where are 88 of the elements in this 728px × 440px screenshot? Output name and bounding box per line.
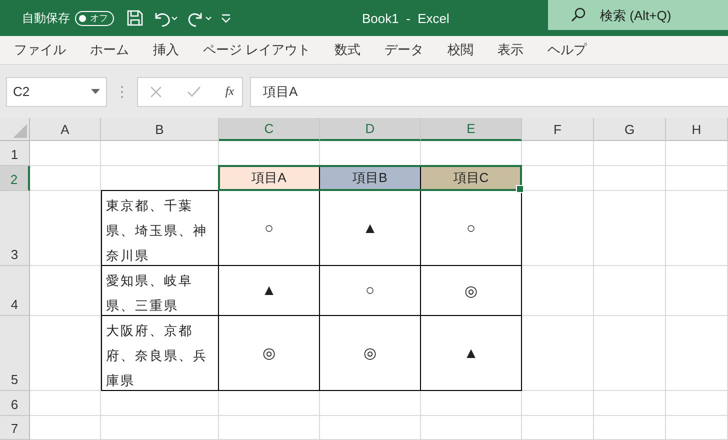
region-cell: 大阪府、京都府、奈良県、兵庫県 <box>101 316 219 391</box>
menu-tab[interactable]: ファイル <box>14 41 66 59</box>
grid-cell[interactable] <box>101 416 219 440</box>
grid-cell[interactable] <box>666 191 728 266</box>
menu-tab[interactable]: ホーム <box>90 41 129 59</box>
column-header[interactable]: F <box>522 118 594 141</box>
grid-cell[interactable] <box>219 391 320 416</box>
grid-cell[interactable] <box>219 416 320 440</box>
autosave-label: 自動保存 <box>22 10 70 26</box>
menu-tab[interactable]: データ <box>384 41 424 59</box>
rating-cell: ▲ <box>320 191 421 266</box>
grip-icon[interactable] <box>120 84 124 98</box>
region-cell: 愛知県、岐阜県、三重県 <box>101 266 219 316</box>
row-header[interactable]: 7 <box>0 416 30 440</box>
grid-cell[interactable] <box>30 141 101 166</box>
search-field[interactable]: 検索 (Alt+Q) <box>548 0 728 30</box>
grid-cell[interactable] <box>30 166 101 191</box>
column-header[interactable]: C <box>219 118 320 141</box>
column-header[interactable]: E <box>421 118 522 141</box>
column-header[interactable]: A <box>30 118 101 141</box>
corner-triangle-icon <box>13 124 27 138</box>
grid-cell[interactable] <box>594 316 666 391</box>
customize-icon[interactable] <box>220 12 232 24</box>
region-cell: 東京都、千葉県、埼玉県、神奈川県 <box>101 191 219 266</box>
grid-cell[interactable] <box>30 316 101 391</box>
column-header[interactable]: H <box>666 118 728 141</box>
grid-cell[interactable] <box>421 416 522 440</box>
rating-cell: ○ <box>320 266 421 316</box>
grid-cell[interactable] <box>666 166 728 191</box>
rating-cell: ◎ <box>219 316 320 391</box>
menu-tab[interactable]: 数式 <box>334 41 361 59</box>
row-header[interactable]: 2 <box>0 166 30 191</box>
column-header[interactable]: B <box>101 118 219 141</box>
rating-cell: ▲ <box>421 316 522 391</box>
insert-function-button[interactable]: fx <box>225 84 234 99</box>
grid-cell[interactable] <box>320 416 421 440</box>
rating-cell: ◎ <box>320 316 421 391</box>
search-icon <box>570 7 586 23</box>
grid-cell[interactable] <box>594 141 666 166</box>
column-header[interactable]: G <box>594 118 666 141</box>
grid-cell[interactable] <box>666 316 728 391</box>
row-header[interactable]: 4 <box>0 266 30 316</box>
rating-cell: ○ <box>219 191 320 266</box>
grid-cell[interactable] <box>30 391 101 416</box>
grid-cell[interactable] <box>101 391 219 416</box>
window-title: Book1 - Excel <box>362 10 450 26</box>
fill-handle[interactable] <box>516 185 524 193</box>
grid-cell[interactable] <box>594 266 666 316</box>
grid-cell[interactable] <box>522 391 594 416</box>
menu-tab[interactable]: 表示 <box>498 41 524 59</box>
autosave-toggle[interactable]: オフ <box>75 10 114 26</box>
grid-cell[interactable] <box>522 316 594 391</box>
grid-cell[interactable] <box>101 141 219 166</box>
cancel-icon[interactable] <box>150 86 162 98</box>
grid-cell[interactable] <box>666 266 728 316</box>
grid-cell[interactable] <box>522 141 594 166</box>
grid-cell[interactable] <box>30 191 101 266</box>
formula-field[interactable]: 項目A <box>250 76 728 106</box>
grid-cell[interactable] <box>522 266 594 316</box>
rating-cell: ◎ <box>421 266 522 316</box>
row-header[interactable]: 6 <box>0 391 30 416</box>
grid-cell[interactable] <box>666 141 728 166</box>
menu-tab[interactable]: 挿入 <box>153 41 179 59</box>
rating-cell: ▲ <box>219 266 320 316</box>
grid-cell[interactable] <box>522 191 594 266</box>
grid-cell[interactable] <box>30 416 101 440</box>
grid-cell[interactable] <box>594 166 666 191</box>
select-all-button[interactable] <box>0 118 30 141</box>
check-icon[interactable] <box>186 86 201 98</box>
grid-cell[interactable] <box>594 391 666 416</box>
dropdown-icon <box>91 88 100 94</box>
row-header[interactable]: 3 <box>0 191 30 266</box>
column-header[interactable]: D <box>320 118 421 141</box>
row-header[interactable]: 5 <box>0 316 30 391</box>
save-icon[interactable] <box>126 9 144 27</box>
grid-cell[interactable] <box>666 391 728 416</box>
menu-tab[interactable]: ヘルプ <box>548 41 587 59</box>
grid-cell[interactable] <box>594 191 666 266</box>
grid-cell[interactable] <box>320 391 421 416</box>
grid-cell[interactable] <box>30 266 101 316</box>
menu-tab[interactable]: ページ レイアウト <box>203 41 311 59</box>
row-header[interactable]: 1 <box>0 141 30 166</box>
grid-cell[interactable] <box>522 416 594 440</box>
grid-cell[interactable] <box>421 391 522 416</box>
menu-tab[interactable]: 校閲 <box>448 41 474 59</box>
name-box[interactable]: C2 <box>6 76 107 106</box>
grid-cell[interactable] <box>594 416 666 440</box>
grid-cell[interactable] <box>666 416 728 440</box>
